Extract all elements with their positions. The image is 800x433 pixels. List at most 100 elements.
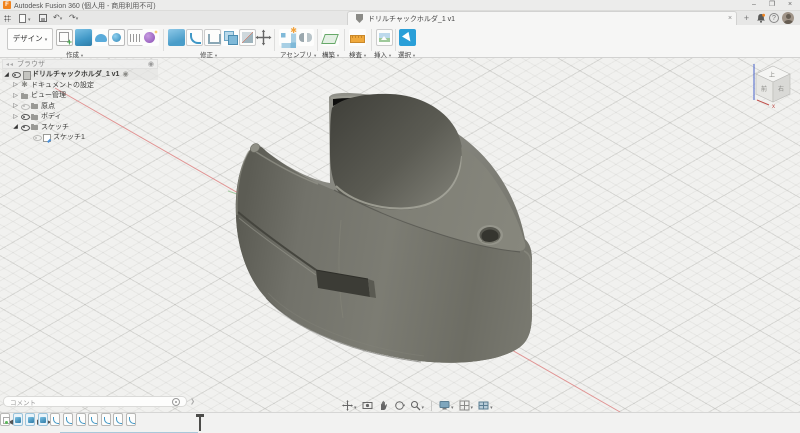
browser-row-view-management[interactable]: ▷ ビュー管理 xyxy=(2,90,158,101)
browser-row-bodies[interactable]: ▷ ボディ xyxy=(2,111,158,122)
new-component-button[interactable] xyxy=(279,29,296,46)
new-tab-button[interactable]: + xyxy=(741,13,752,24)
caret-icon: ▾ xyxy=(354,405,357,411)
document-tab[interactable]: ドリルチャックホルダ_1 v1 × xyxy=(347,11,737,25)
undo-icon[interactable]: ↶▾ xyxy=(53,13,62,23)
fusion360-window: 上 前 右 x F Autodesk Fusion 360 (個人用 - 商用利… xyxy=(0,0,800,433)
panel-label-select[interactable]: 選択 ▾ xyxy=(398,49,415,59)
visibility-eye-icon[interactable] xyxy=(32,133,41,142)
browser-row-origin[interactable]: ▷ 原点 xyxy=(2,101,158,112)
group-separator xyxy=(317,29,318,51)
data-panel-grid-icon[interactable] xyxy=(4,15,11,22)
fillet-button[interactable] xyxy=(186,29,203,46)
browser-row-sketches[interactable]: ◢ スケッチ xyxy=(2,122,158,133)
comment-marker-icon[interactable] xyxy=(172,398,180,406)
expand-icon[interactable]: ▷ xyxy=(11,81,20,88)
panel-label-assemble[interactable]: アセンブリ ▾ xyxy=(280,49,316,59)
visibility-eye-icon[interactable] xyxy=(20,122,29,131)
expand-icon[interactable]: ◢ xyxy=(2,71,11,78)
timeline-feature-fillet[interactable] xyxy=(101,413,111,426)
file-menu-icon[interactable] xyxy=(19,14,26,23)
magnifier-icon xyxy=(410,400,421,411)
document-tab-close-icon[interactable]: × xyxy=(724,15,736,22)
browser-collapse-icon[interactable]: ◂◂ xyxy=(6,61,14,68)
save-icon[interactable] xyxy=(39,14,47,22)
workspace-design-dropdown[interactable]: デザイン ▾ xyxy=(7,28,53,50)
extrude-button[interactable] xyxy=(75,29,92,46)
zoom-tool[interactable]: ▾ xyxy=(410,400,425,411)
combine-button[interactable] xyxy=(222,29,239,46)
visibility-eye-icon[interactable] xyxy=(11,70,20,79)
split-body-button[interactable] xyxy=(239,29,256,46)
panel-label-inspect[interactable]: 検査 ▾ xyxy=(349,49,366,59)
timeline-feature-extrude[interactable] xyxy=(25,413,35,426)
notifications-bell-icon[interactable] xyxy=(756,13,766,23)
timeline-feature-fillet[interactable] xyxy=(50,413,60,426)
panel-label-insert[interactable]: 挿入 ▾ xyxy=(374,49,391,59)
create-form-button[interactable] xyxy=(142,29,159,46)
browser-row-sketch1[interactable]: スケッチ1 xyxy=(2,132,158,143)
measure-button[interactable] xyxy=(349,29,366,46)
panel-label-construct[interactable]: 構築 ▾ xyxy=(322,49,339,59)
timeline-feature-fillet[interactable] xyxy=(88,413,98,426)
caret-icon: ▾ xyxy=(490,405,493,411)
free-orbit-tool[interactable] xyxy=(394,400,405,411)
display-settings[interactable]: ▾ xyxy=(439,400,454,411)
shell-button[interactable] xyxy=(204,29,221,46)
viewports[interactable]: ▾ xyxy=(478,400,493,411)
expand-icon[interactable]: ▷ xyxy=(11,92,20,99)
create-sketch-button[interactable] xyxy=(56,29,73,46)
help-button[interactable]: ? xyxy=(769,13,779,23)
grid-and-snaps[interactable]: ▾ xyxy=(459,400,474,411)
comment-bar-chevron-icon[interactable]: ❯ xyxy=(190,398,195,405)
browser-row-document[interactable]: ◢ ドリルチャックホルダ_1 v1 ◉ xyxy=(2,69,158,80)
close-button[interactable]: × xyxy=(782,0,798,10)
timeline-playhead[interactable] xyxy=(199,415,201,431)
gear-icon: ✱ xyxy=(20,80,29,89)
restore-button[interactable]: ❐ xyxy=(764,0,780,10)
caret-icon: ▾ xyxy=(451,405,454,411)
document-version-dropdown-icon[interactable]: ◉ xyxy=(122,70,128,78)
ribbon-toolbar: デザイン ▾ ソリッド サーフェス シートメタル ツール xyxy=(0,25,800,58)
expand-icon[interactable]: ▷ xyxy=(11,113,20,120)
visibility-eye-icon[interactable] xyxy=(20,112,29,121)
hand-pan-icon xyxy=(378,400,389,411)
browser-row-document-settings[interactable]: ▷ ✱ ドキュメントの設定 xyxy=(2,80,158,91)
title-bar: F Autodesk Fusion 360 (個人用 - 商用利用不可) – ❐… xyxy=(0,0,800,11)
orbit-tool[interactable]: ▾ xyxy=(342,400,357,411)
browser-options-icon[interactable]: ◉ xyxy=(148,60,154,68)
minimize-button[interactable]: – xyxy=(746,0,762,10)
press-pull-button[interactable] xyxy=(168,29,185,46)
group-separator xyxy=(344,29,345,51)
user-avatar[interactable] xyxy=(782,12,794,24)
primitive-button[interactable] xyxy=(108,29,125,46)
insert-button[interactable] xyxy=(376,29,393,46)
redo-icon[interactable]: ↷▾ xyxy=(69,13,78,23)
timeline-feature-fillet[interactable] xyxy=(63,413,73,426)
joint-button[interactable] xyxy=(297,29,314,46)
select-button[interactable] xyxy=(399,29,416,46)
expand-icon[interactable]: ◢ xyxy=(11,123,20,130)
timeline-feature-fillet[interactable] xyxy=(113,413,123,426)
panel-label-create[interactable]: 作成 ▾ xyxy=(66,49,83,59)
expand-icon[interactable]: ▷ xyxy=(11,102,20,109)
browser-header[interactable]: ◂◂ ブラウザ ◉ xyxy=(2,59,158,69)
construction-plane-button[interactable] xyxy=(322,29,339,46)
timeline-feature-sketch[interactable] xyxy=(0,413,10,426)
timeline-feature-extrude[interactable] xyxy=(13,413,23,426)
look-at-tool[interactable] xyxy=(362,400,373,411)
window-title: Autodesk Fusion 360 (個人用 - 商用利用不可) xyxy=(14,1,156,11)
timeline-bar: |◀ ◀ ▶ ▶ ▶| xyxy=(0,412,800,433)
pan-tool[interactable] xyxy=(378,400,389,411)
timeline-feature-extrude[interactable] xyxy=(38,413,48,426)
move-copy-button[interactable] xyxy=(255,29,272,46)
visibility-eye-icon[interactable] xyxy=(20,101,29,110)
timeline-feature-fillet[interactable] xyxy=(126,413,136,426)
file-menu-caret-icon[interactable]: ▾ xyxy=(28,17,31,23)
display-settings-icon xyxy=(439,400,450,411)
document-shield-icon xyxy=(356,14,363,23)
document-node-icon xyxy=(21,70,30,79)
panel-label-modify[interactable]: 修正 ▾ xyxy=(200,49,217,59)
comment-bar[interactable]: コメント xyxy=(3,396,187,407)
timeline-feature-fillet[interactable] xyxy=(76,413,86,426)
